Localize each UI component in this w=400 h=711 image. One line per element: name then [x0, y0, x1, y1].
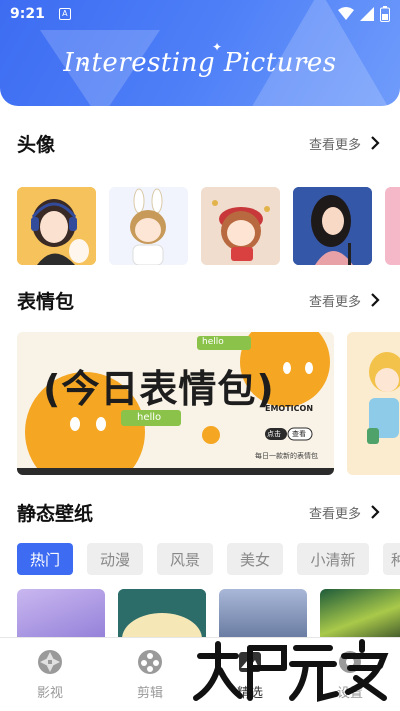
film-reel-icon [138, 650, 162, 674]
notification-a-icon: A [58, 8, 71, 20]
chevron-right-icon [371, 293, 380, 307]
status-bar: 9:21 A [0, 0, 400, 28]
bottom-navigation: 影视 剪辑 精选 设置 [0, 637, 400, 711]
avatar-image[interactable] [109, 187, 188, 265]
sticker-section-header: 表情包 查看更多 [17, 285, 383, 315]
avatar-image[interactable] [201, 187, 280, 265]
category-tab[interactable]: 种 [383, 543, 400, 575]
nav-label: 设置 [336, 686, 363, 701]
view-button: 查看 [292, 430, 306, 438]
nav-label: 剪辑 [136, 686, 163, 701]
nav-tab-edit[interactable]: 剪辑 [100, 638, 200, 711]
sticker-headline: (今日表情包) [43, 367, 275, 411]
view-more-label: 查看更多 [308, 506, 361, 522]
chevron-right-icon [371, 136, 380, 150]
aperture-icon [38, 650, 62, 674]
section-title: 表情包 [17, 287, 74, 314]
avatar-image[interactable] [385, 187, 400, 265]
nav-tab-movies[interactable]: 影视 [0, 638, 100, 711]
avatar-list [17, 187, 400, 265]
click-button: 点击 [267, 430, 281, 438]
view-more-label: 查看更多 [308, 294, 361, 310]
avatar-image[interactable] [17, 187, 96, 265]
category-tab[interactable]: 动漫 [87, 543, 143, 575]
section-title: 头像 [17, 130, 55, 157]
sticker-footer: 每日一款新的表情包 [255, 452, 318, 460]
image-icon [239, 652, 261, 672]
signal-icon [360, 7, 374, 21]
sticker-tag: EMOTICON [265, 404, 314, 413]
sticker-banner-card[interactable] [347, 332, 400, 475]
category-tab[interactable]: 热门 [17, 543, 73, 575]
nav-label: 影视 [36, 686, 63, 701]
view-more-label: 查看更多 [308, 137, 361, 153]
wallpaper-section-header: 静态壁纸 查看更多 [17, 497, 383, 527]
settings-icon [339, 651, 361, 673]
view-more-stickers[interactable]: 查看更多 [309, 291, 383, 310]
view-more-wallpapers[interactable]: 查看更多 [309, 503, 383, 522]
hello-bubble: hello [137, 412, 162, 423]
sticker-banner-card[interactable]: (今日表情包) EMOTICON hello hello 点击 查看 每日一款新… [17, 332, 334, 475]
battery-icon [380, 6, 390, 22]
nav-tab-settings[interactable]: 设置 [300, 638, 400, 711]
category-tab[interactable]: 小清新 [297, 543, 369, 575]
wallpaper-category-tabs: 热门 动漫 风景 美女 小清新 种 [17, 543, 400, 575]
category-tab[interactable]: 美女 [227, 543, 283, 575]
section-title: 静态壁纸 [17, 499, 93, 526]
hello-bubble: hello [202, 337, 224, 347]
status-time: 9:21 [10, 6, 45, 22]
category-tab[interactable]: 风景 [157, 543, 213, 575]
avatar-section-header: 头像 查看更多 [17, 128, 383, 158]
wifi-icon [338, 7, 354, 20]
banner-title: Interesting Pictures [63, 48, 337, 78]
nav-label: 精选 [236, 686, 263, 701]
nav-tab-featured[interactable]: 精选 [200, 638, 300, 711]
view-more-avatars[interactable]: 查看更多 [309, 134, 383, 153]
avatar-image[interactable] [293, 187, 372, 265]
chevron-right-icon [371, 505, 380, 519]
